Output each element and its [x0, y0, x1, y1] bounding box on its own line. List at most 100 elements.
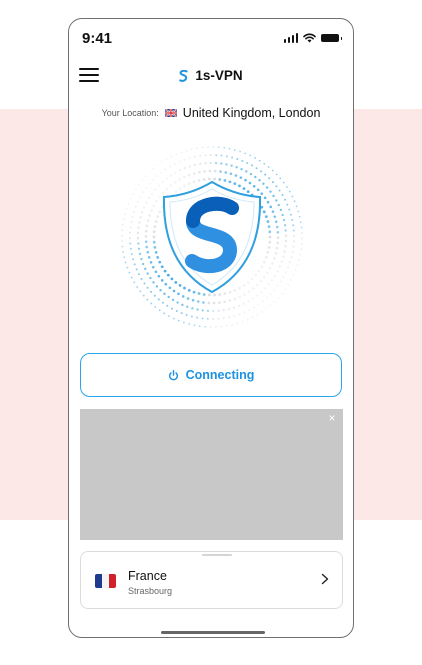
connect-button[interactable]: Connecting: [80, 353, 342, 397]
ring-dot: [178, 284, 182, 287]
ring-dot: [234, 174, 238, 177]
ring-dot: [197, 179, 201, 182]
ring-dot: [180, 312, 183, 315]
ring-dot: [280, 260, 283, 263]
ring-dot: [222, 308, 225, 312]
ring-dot: [150, 209, 153, 212]
ring-dot: [279, 280, 282, 283]
ring-dot: [215, 326, 217, 328]
ring-dot: [270, 279, 274, 282]
ring-dot: [276, 285, 279, 288]
ring-dot: [159, 289, 162, 292]
ring-dot: [215, 154, 218, 157]
ring-dot: [121, 245, 124, 248]
ring-dot: [284, 245, 287, 248]
ring-dot: [146, 272, 149, 275]
ring-dot: [143, 282, 146, 285]
ring-dot: [291, 218, 294, 221]
ring-dot: [261, 300, 264, 303]
ring-dot: [157, 298, 160, 301]
ring-dot: [198, 325, 201, 328]
ring-dot: [233, 314, 236, 317]
ring-dot: [133, 263, 136, 266]
ring-dot: [130, 253, 133, 256]
ring-dot: [153, 225, 157, 229]
ring-dot: [275, 246, 279, 250]
ring-dot: [133, 281, 136, 284]
ring-dot: [190, 315, 193, 318]
ring-dot: [239, 176, 243, 179]
ring-dot: [229, 172, 233, 176]
ring-dot: [172, 317, 175, 320]
location-label: Your Location:: [101, 108, 159, 118]
ring-dot: [213, 169, 217, 173]
close-icon[interactable]: ×: [327, 412, 337, 424]
ring-dot: [249, 154, 252, 157]
ring-dot: [156, 175, 159, 178]
ring-dot: [121, 229, 124, 232]
ring-dot: [285, 186, 288, 188]
ad-banner[interactable]: ×: [80, 409, 343, 540]
ring-dot: [219, 170, 222, 173]
ring-dot: [121, 234, 123, 237]
ring-dot: [152, 204, 156, 208]
ring-dot: [161, 161, 163, 164]
ring-dot: [260, 170, 263, 173]
wifi-icon: [303, 33, 316, 43]
ring-dot: [175, 153, 178, 156]
ring-dot: [282, 218, 286, 222]
server-city: Strasbourg: [128, 586, 173, 596]
dotted-rings: [121, 146, 303, 328]
ring-dot: [138, 221, 141, 224]
ring-dot: [206, 309, 210, 313]
ring-dot: [258, 159, 261, 162]
ring-dot: [172, 289, 176, 293]
ring-dot: [255, 283, 259, 287]
ring-dot: [144, 229, 148, 233]
ring-dot: [131, 215, 134, 218]
ring-dot: [292, 274, 295, 277]
ring-dot: [242, 187, 246, 190]
ring-dot: [122, 218, 125, 221]
ring-dot: [198, 170, 201, 174]
ring-dot: [223, 179, 227, 182]
ring-dot: [224, 171, 228, 174]
ring-dot: [176, 301, 179, 304]
ring-dot: [152, 235, 156, 239]
ring-dot: [230, 164, 233, 167]
ring-dot: [169, 184, 173, 187]
ring-dot: [164, 168, 167, 171]
status-time: 9:41: [82, 30, 113, 47]
ring-dot: [262, 260, 266, 264]
ring-dot: [158, 260, 162, 264]
ring-dot: [141, 179, 143, 182]
ring-dot: [251, 297, 255, 300]
ring-dot: [146, 250, 150, 254]
ring-dot: [150, 290, 153, 293]
ring-dot: [191, 298, 195, 302]
connect-label: Connecting: [185, 368, 255, 382]
ring-dot: [218, 293, 222, 296]
ring-dot: [283, 224, 287, 227]
ring-dot: [133, 210, 135, 213]
ring-dot: [228, 147, 231, 150]
ring-dot: [169, 165, 172, 168]
ring-dot: [196, 147, 199, 150]
connection-visual: [117, 142, 307, 332]
ring-dot: [246, 190, 250, 194]
ring-dot: [202, 293, 206, 296]
ring-dot: [236, 158, 239, 160]
ring-dot: [291, 195, 294, 198]
ring-dot: [152, 167, 155, 170]
ring-dot: [248, 309, 251, 312]
ring-dot: [279, 177, 282, 180]
ring-dot: [252, 184, 256, 188]
ring-dot: [142, 191, 145, 194]
ring-dot: [274, 252, 278, 255]
ring-dot: [246, 318, 249, 321]
ring-dot: [228, 316, 231, 319]
server-selector[interactable]: France Strasbourg: [80, 551, 343, 609]
ring-dot: [193, 155, 196, 158]
ring-dot: [213, 293, 216, 297]
ring-dot: [217, 317, 220, 320]
